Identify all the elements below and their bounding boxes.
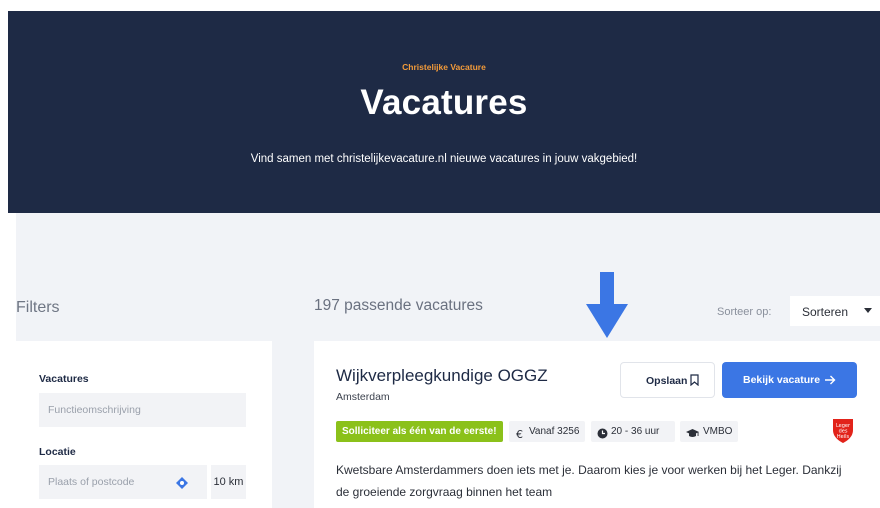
- view-vacancy-button[interactable]: Bekijk vacature: [722, 362, 857, 398]
- page-title: Vacatures: [360, 83, 528, 122]
- location-input-placeholder: Plaats of postcode: [48, 476, 135, 488]
- sort-select[interactable]: Sorteren: [790, 296, 880, 326]
- location-row: Plaats of postcode 10 km: [39, 465, 246, 499]
- location-input[interactable]: Plaats of postcode: [39, 465, 207, 499]
- results-count: 197 passende vacatures: [314, 297, 483, 314]
- hero-eyebrow: Christelijke Vacature: [402, 62, 486, 72]
- view-vacancy-label: Bekijk vacature: [743, 374, 821, 386]
- arrow-down-icon: [582, 272, 632, 340]
- bookmark-icon: [690, 374, 699, 387]
- hours-value: 20 - 36 uur: [611, 426, 660, 437]
- job-location: Amsterdam: [336, 391, 390, 403]
- radius-select[interactable]: 10 km: [211, 465, 246, 499]
- caret-down-icon: [864, 308, 872, 313]
- location-crosshair-icon[interactable]: [176, 476, 188, 489]
- job-title[interactable]: Wijkverpleegkundige OGGZ: [336, 366, 548, 386]
- results-section: Filters 197 passende vacatures Sorteer o…: [16, 213, 880, 508]
- hero-subtitle: Vind samen met christelijkevacature.nl n…: [250, 153, 638, 165]
- hero-banner: Christelijke Vacature Vacatures Vind sam…: [8, 11, 880, 213]
- salary-value: Vanaf 3256: [529, 426, 580, 437]
- function-input-placeholder: Functieomschrijving: [48, 404, 141, 416]
- graduation-cap-icon: [686, 426, 699, 437]
- vacatures-label: Vacatures: [39, 373, 89, 385]
- company-logo: Leger des Heils: [830, 417, 856, 444]
- filters-heading: Filters: [16, 299, 60, 316]
- save-button[interactable]: Opslaan: [620, 362, 715, 398]
- sort-label: Sorteer op:: [717, 306, 772, 318]
- clock-icon: [597, 426, 608, 439]
- euro-icon: €: [515, 426, 526, 441]
- hours-tag: 20 - 36 uur: [591, 421, 675, 442]
- education-value: VMBO: [703, 426, 733, 437]
- education-tag: VMBO: [680, 421, 738, 442]
- job-card[interactable]: Wijkverpleegkundige OGGZ Amsterdam Opsla…: [314, 341, 880, 508]
- salary-tag: € Vanaf 3256: [509, 421, 585, 442]
- radius-value: 10 km: [213, 476, 244, 488]
- function-input[interactable]: Functieomschrijving: [39, 393, 246, 427]
- save-button-label: Opslaan: [646, 375, 688, 387]
- job-description: Kwetsbare Amsterdammers doen iets met je…: [336, 463, 842, 499]
- arrow-right-icon: [825, 375, 836, 385]
- location-label: Locatie: [39, 446, 76, 458]
- sort-select-value: Sorteren: [802, 305, 849, 319]
- svg-text:Heils: Heils: [837, 434, 850, 440]
- svg-text:€: €: [516, 428, 523, 439]
- apply-first-badge: Solliciteer als één van de eerste!: [336, 421, 503, 442]
